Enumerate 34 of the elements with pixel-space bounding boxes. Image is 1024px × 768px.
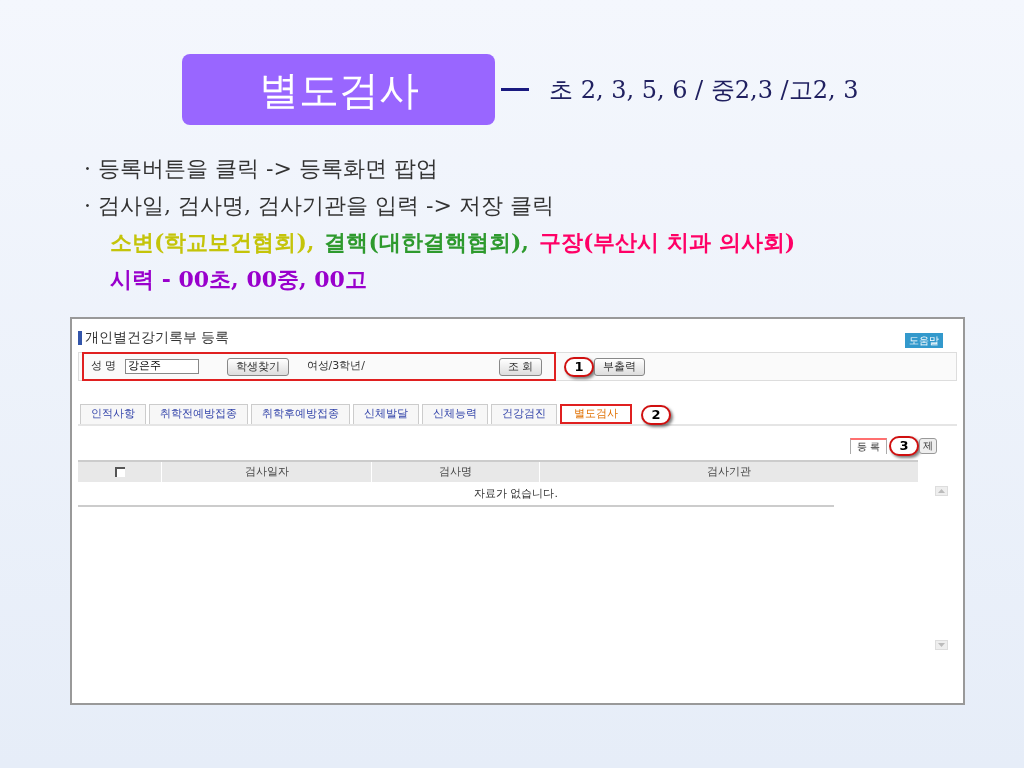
register-button[interactable]: 등 록 — [849, 438, 887, 454]
bullet-text: · 등록버튼을 클릭 -> 등록화면 팝업 — [84, 155, 439, 183]
name-label: 성 명 — [91, 358, 117, 375]
tab[interactable]: 취학전예방접종 — [149, 404, 248, 424]
note-text: 소변(학교보건협회), — [110, 228, 315, 257]
note-text: 결핵(대한결핵협회), — [324, 228, 529, 257]
scroll-down-icon[interactable] — [934, 640, 948, 650]
tab[interactable]: 신체능력 — [422, 404, 488, 424]
page-title: 개인별건강기록부 등록 — [85, 328, 230, 347]
note-text: 시력 - 00초, 00중, 00고 — [110, 265, 367, 294]
numbered-callout: 1 — [564, 356, 594, 377]
name-field[interactable]: 강은주 — [124, 359, 199, 374]
grade-list: 초 2, 3, 5, 6 / 중2,3 /고2, 3 — [549, 71, 859, 108]
scroll-up-icon[interactable] — [934, 486, 948, 496]
slide-title: 별도검사 — [182, 54, 495, 125]
bullet-text: · 검사일, 검사명, 검사기관을 입력 -> 저장 클릭 — [84, 192, 555, 220]
print-button[interactable]: 부출력 — [594, 357, 645, 376]
note-text: 구장(부산시 치과 의사회) — [538, 228, 796, 257]
column-header: 검사일자 — [162, 462, 372, 482]
student-info: 여성/3학년/ — [306, 358, 366, 375]
numbered-callout: 2 — [641, 404, 671, 425]
tab[interactable]: 인적사항 — [80, 404, 146, 424]
query-button[interactable]: 조 회 — [498, 357, 542, 376]
delete-button[interactable]: 제 — [919, 438, 937, 454]
column-header: 검사기관 — [706, 463, 752, 480]
title-bar-icon — [78, 330, 82, 345]
numbered-callout: 3 — [889, 436, 919, 456]
find-student-button[interactable]: 학생찾기 — [226, 357, 289, 376]
select-all-checkbox[interactable] — [114, 467, 125, 477]
column-header: 검사명 — [372, 462, 540, 482]
tab[interactable]: 건강검진 — [491, 404, 557, 424]
tab[interactable]: 신체발달 — [353, 404, 419, 424]
empty-message: 자료가 없습니다. — [474, 486, 558, 502]
tab[interactable]: 취학후예방접종 — [251, 404, 350, 424]
